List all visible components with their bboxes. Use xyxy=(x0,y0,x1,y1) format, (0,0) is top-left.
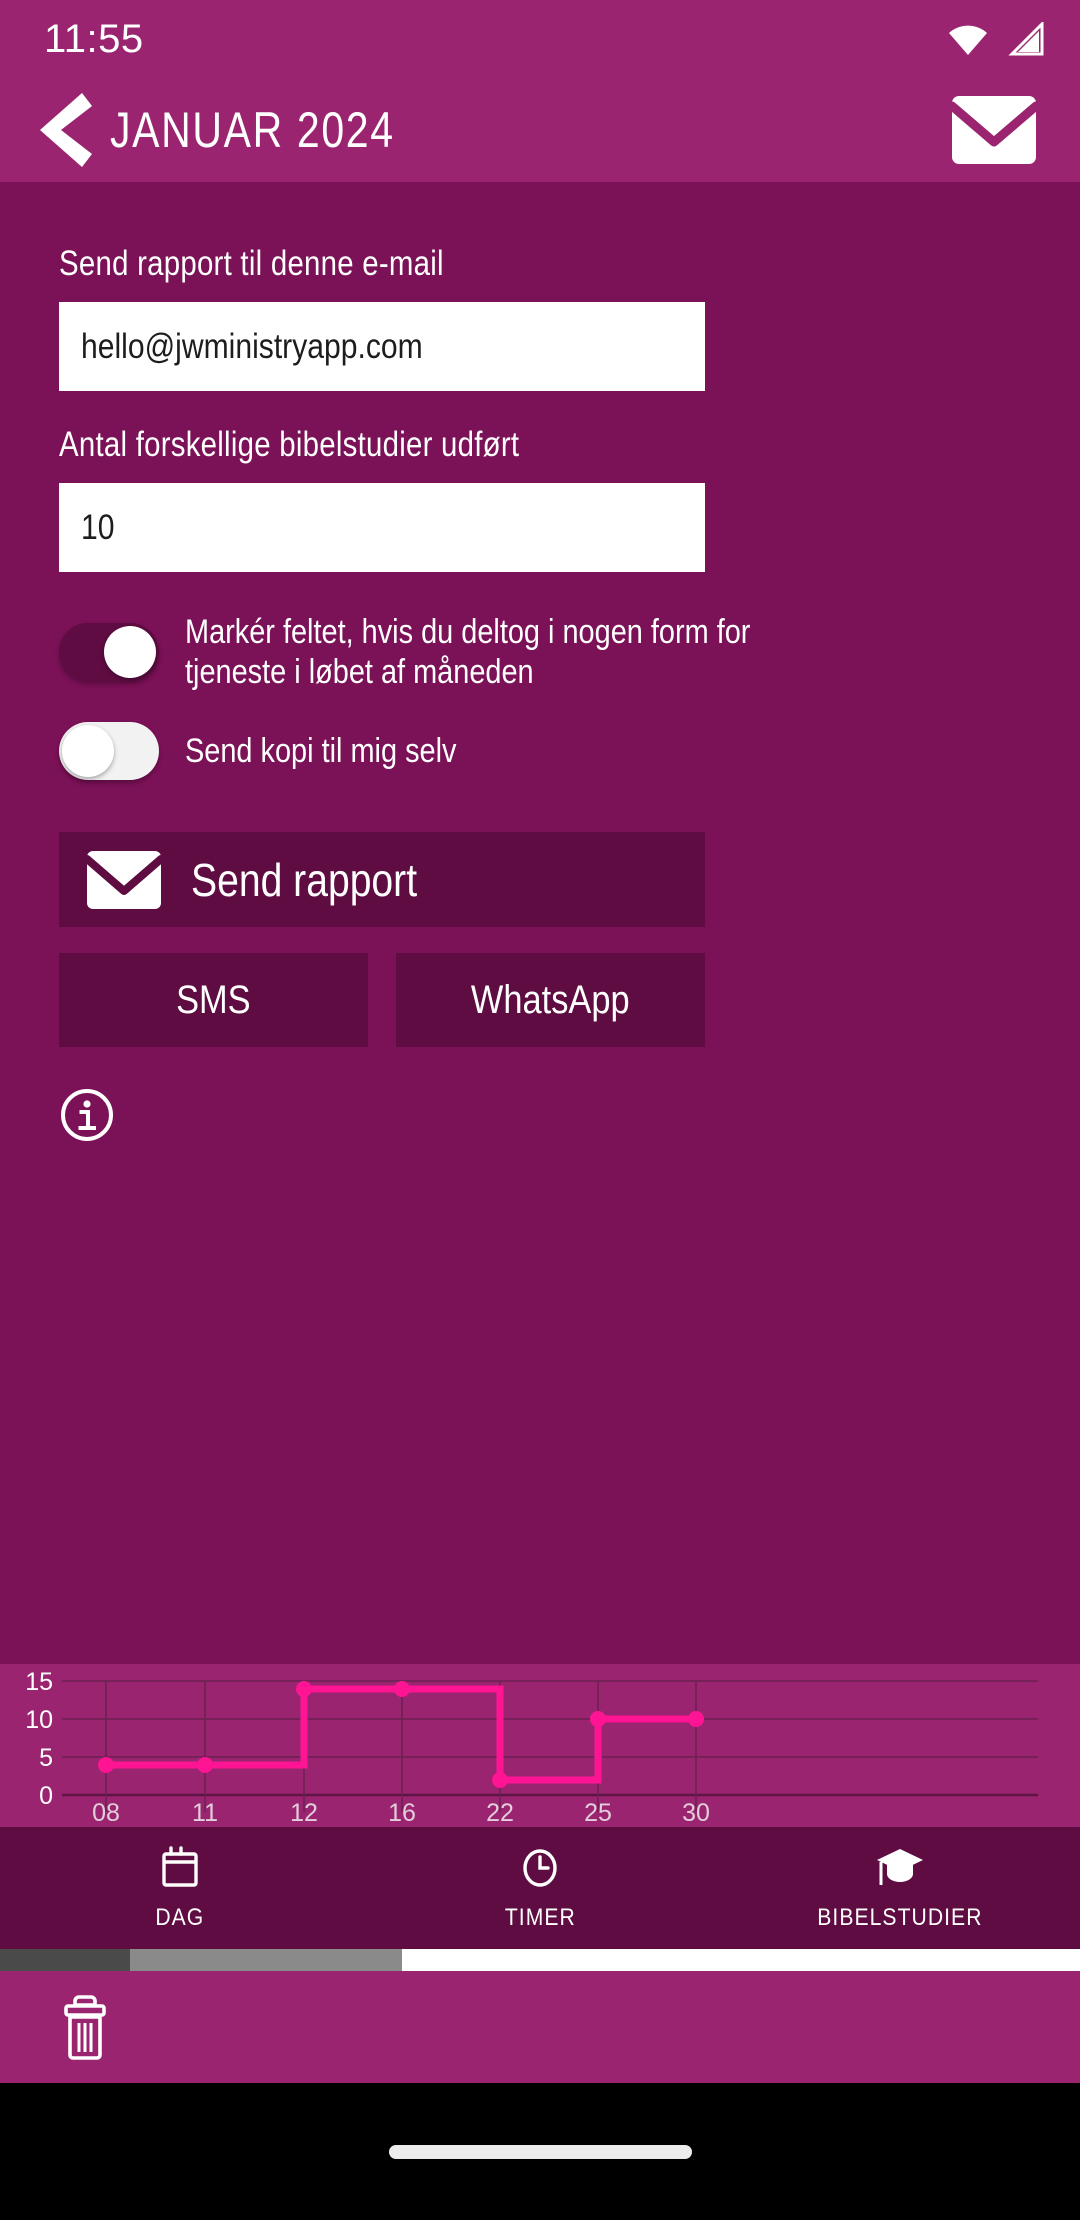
info-circle-icon[interactable] xyxy=(59,1087,115,1143)
clock-icon xyxy=(523,1849,557,1887)
page-indicator-segment-3 xyxy=(402,1949,1080,1971)
send-report-label: Send rapport xyxy=(191,853,418,906)
wifi-icon xyxy=(949,25,987,55)
android-navigation-bar xyxy=(0,2083,1080,2220)
sms-button[interactable]: SMS xyxy=(59,953,368,1048)
info-button-wrap xyxy=(59,1087,1021,1148)
sms-label: SMS xyxy=(176,977,251,1022)
report-form: Send rapport til denne e-mail hello@jwmi… xyxy=(0,182,1080,1664)
app-screen: 11:55 JANUAR 2024 Send rapport til denne… xyxy=(0,0,1080,2220)
svg-text:5: 5 xyxy=(39,1744,53,1772)
page-indicator-segment-1 xyxy=(0,1949,130,1971)
email-field-label: Send rapport til denne e-mail xyxy=(59,244,444,283)
studies-input[interactable]: 10 xyxy=(59,483,705,572)
svg-text:30: 30 xyxy=(682,1799,710,1827)
toggle-send-copy-to-self[interactable] xyxy=(59,722,159,781)
page-indicator-strip[interactable] xyxy=(0,1949,1080,1971)
whatsapp-button[interactable]: WhatsApp xyxy=(396,953,705,1048)
graduation-cap-icon xyxy=(877,1849,923,1885)
app-bar-left: JANUAR 2024 xyxy=(36,89,457,171)
toggle-knob xyxy=(62,725,114,778)
svg-text:16: 16 xyxy=(388,1799,416,1827)
svg-text:11: 11 xyxy=(192,1799,218,1827)
back-chevron-icon[interactable] xyxy=(36,89,96,171)
toggle-send-copy-label: Send kopi til mig selv xyxy=(185,732,457,771)
bottom-navigation: DAG TIMER BIBELSTUDIER xyxy=(0,1827,1080,1949)
envelope-icon xyxy=(85,850,163,909)
whatsapp-label: WhatsApp xyxy=(471,977,630,1022)
svg-text:12: 12 xyxy=(290,1799,318,1827)
chart-x-tick-labels: 08 11 12 16 22 25 30 xyxy=(92,1799,710,1827)
send-report-button[interactable]: Send rapport xyxy=(59,832,705,928)
page-indicator-segment-2 xyxy=(130,1949,402,1971)
page-title: JANUAR 2024 xyxy=(110,102,395,158)
trash-bar xyxy=(0,1971,1080,2083)
status-bar-clock: 11:55 xyxy=(44,16,144,61)
envelope-icon[interactable] xyxy=(948,92,1040,168)
toggle-participated-label: Markér feltet, hvis du deltog i nogen fo… xyxy=(185,613,751,692)
email-input-value: hello@jwministryapp.com xyxy=(81,326,423,366)
activity-chart[interactable]: 15 10 5 0 08 11 12 16 22 25 30 xyxy=(0,1664,1080,1827)
status-bar-icons xyxy=(946,22,1046,56)
nav-item-dag[interactable]: DAG xyxy=(0,1827,360,1949)
toggle-knob xyxy=(104,626,156,679)
toggle-row-participated: Markér feltet, hvis du deltog i nogen fo… xyxy=(59,612,1021,692)
status-bar: 11:55 xyxy=(0,0,1080,78)
cell-signal-icon xyxy=(1008,22,1044,56)
chart-svg: 15 10 5 0 08 11 12 16 22 25 30 xyxy=(25,1668,1038,1827)
share-buttons-row: SMS WhatsApp xyxy=(59,953,1021,1048)
nav-label-timer: TIMER xyxy=(504,1904,576,1931)
svg-text:10: 10 xyxy=(25,1706,53,1734)
email-input[interactable]: hello@jwministryapp.com xyxy=(59,302,705,391)
trash-icon[interactable] xyxy=(58,1991,112,2063)
calendar-icon xyxy=(162,1846,198,1887)
toggle-participated-in-ministry[interactable] xyxy=(59,623,159,682)
svg-text:08: 08 xyxy=(92,1799,120,1827)
toggle-row-send-copy: Send kopi til mig selv xyxy=(59,722,1021,781)
chart-gridlines-vertical xyxy=(105,1681,697,1812)
nav-item-timer[interactable]: TIMER xyxy=(360,1827,720,1949)
svg-text:25: 25 xyxy=(584,1799,612,1827)
svg-text:15: 15 xyxy=(25,1668,53,1696)
studies-field-label: Antal forskellige bibelstudier udført xyxy=(59,425,520,464)
studies-input-value: 10 xyxy=(81,507,115,547)
app-bar: JANUAR 2024 xyxy=(0,78,1080,182)
nav-label-dag: DAG xyxy=(155,1904,205,1931)
chart-y-tick-labels: 15 10 5 0 xyxy=(25,1668,53,1810)
chart-data-points xyxy=(98,1681,704,1788)
svg-text:0: 0 xyxy=(39,1782,53,1810)
chart-step-line xyxy=(106,1685,696,1784)
svg-text:22: 22 xyxy=(486,1799,514,1827)
nav-label-bibelstudier: BIBELSTUDIER xyxy=(817,1904,983,1931)
home-indicator[interactable] xyxy=(388,2144,692,2159)
nav-item-bibelstudier[interactable]: BIBELSTUDIER xyxy=(720,1827,1080,1949)
